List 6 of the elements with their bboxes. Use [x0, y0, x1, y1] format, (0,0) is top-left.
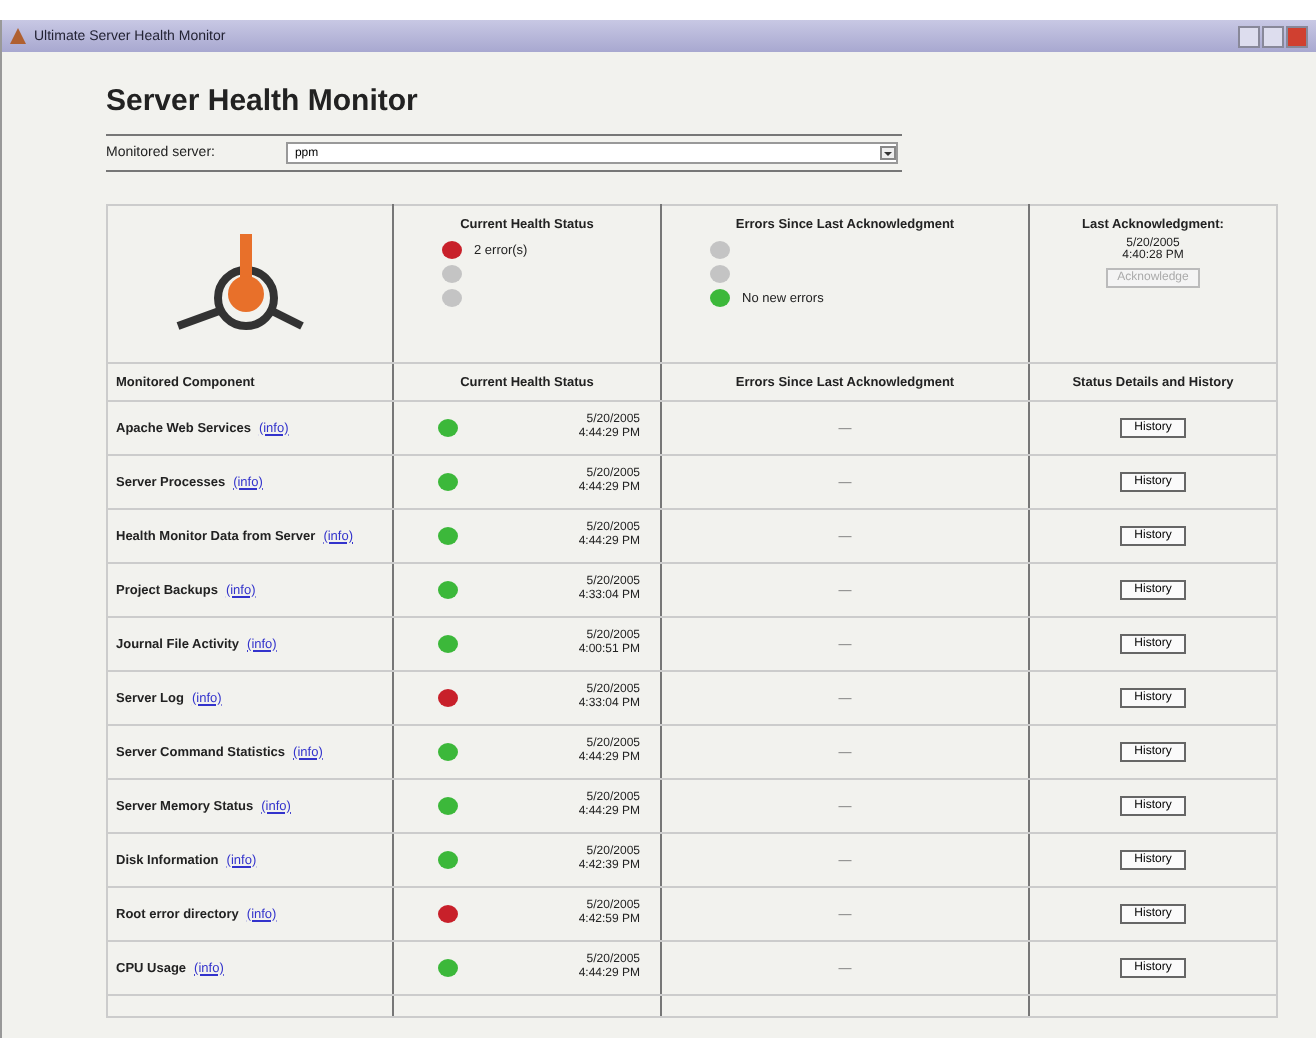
dropdown-arrow-icon[interactable] — [880, 146, 896, 160]
close-button[interactable] — [1286, 25, 1308, 47]
page-heading: Server Health Monitor — [106, 84, 420, 118]
app-icon — [10, 28, 26, 44]
maximize-button[interactable] — [1262, 25, 1284, 47]
minimize-button[interactable] — [1238, 25, 1260, 47]
